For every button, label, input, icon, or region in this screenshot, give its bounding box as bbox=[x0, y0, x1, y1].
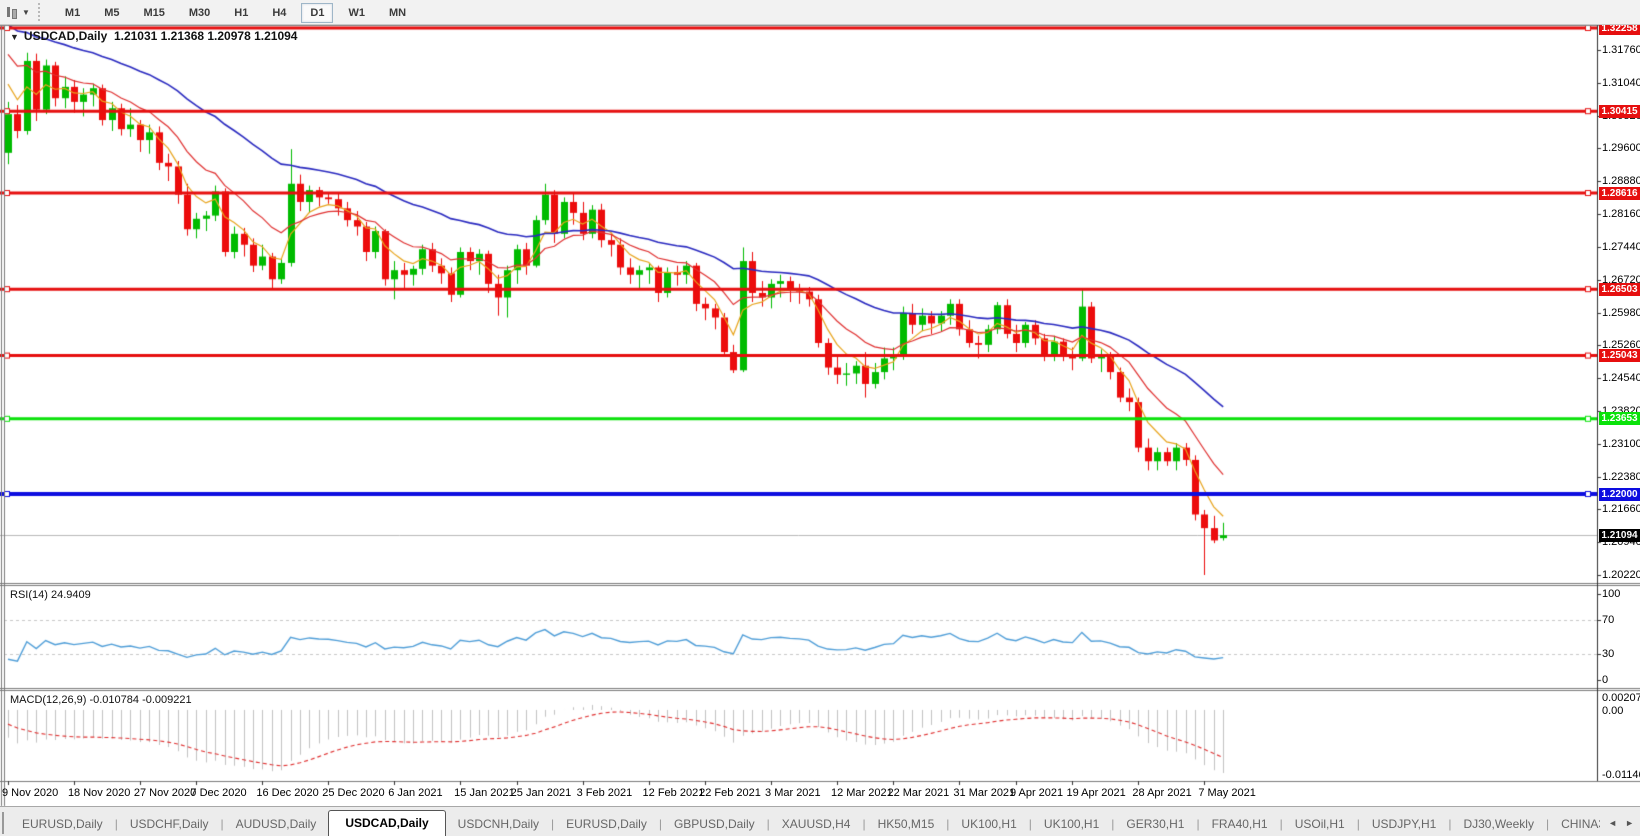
hline-price-label[interactable]: 1.23653 bbox=[1599, 412, 1640, 426]
timeframe-button-h1[interactable]: H1 bbox=[225, 3, 257, 23]
date-axis-tick: 28 Apr 2021 bbox=[1132, 787, 1192, 799]
ohlc-readout: 1.21031 1.21368 1.20978 1.21094 bbox=[113, 29, 298, 43]
tab-usdcad-daily[interactable]: USDCAD,Daily bbox=[328, 810, 446, 836]
candlestick-chart-icon[interactable] bbox=[4, 4, 22, 20]
tab-gbpusd-daily[interactable]: GBPUSD,Daily bbox=[662, 813, 767, 836]
price-axis-tick: 1.29600 bbox=[1602, 142, 1640, 155]
symbol-dropdown-icon[interactable]: ▼ bbox=[10, 32, 19, 42]
timeframe-button-m30[interactable]: M30 bbox=[180, 3, 219, 23]
hline-price-label[interactable]: 1.26503 bbox=[1599, 282, 1640, 296]
price-chart-canvas[interactable] bbox=[0, 0, 1640, 836]
date-axis-tick: 25 Dec 2020 bbox=[322, 787, 385, 799]
tab-uk100-h1[interactable]: UK100,H1 bbox=[949, 813, 1028, 836]
tab-dj30-weekly[interactable]: DJ30,Weekly bbox=[1451, 813, 1545, 836]
date-axis-tick: 7 Dec 2020 bbox=[190, 787, 247, 799]
chart-tab-bar: EURUSD,Daily | USDCHF,Daily | AUDUSD,Daily US… bbox=[0, 806, 1640, 836]
tabbar-grip[interactable] bbox=[2, 812, 4, 834]
tab-usoil-h1[interactable]: USOil,H1 bbox=[1283, 813, 1357, 836]
date-axis-tick: 9 Apr 2021 bbox=[1009, 787, 1064, 799]
date-axis-tick: 22 Mar 2021 bbox=[887, 787, 950, 799]
date-axis-tick: 27 Nov 2020 bbox=[133, 787, 197, 799]
current-price-label: 1.21094 bbox=[1599, 528, 1640, 542]
tab-audusd-daily[interactable]: AUDUSD,Daily bbox=[224, 813, 329, 836]
rsi-axis-tick: 70 bbox=[1602, 613, 1615, 626]
price-axis-tick: 1.25980 bbox=[1602, 306, 1640, 319]
price-axis-tick: 1.31040 bbox=[1602, 76, 1640, 89]
tab-usdchf-daily[interactable]: USDCHF,Daily bbox=[118, 813, 221, 836]
timeframe-button-m5[interactable]: M5 bbox=[95, 3, 128, 23]
tab-scroll-arrows: ◄ ► bbox=[1600, 813, 1638, 831]
macd-axis-tick: 0.002074 bbox=[1602, 692, 1640, 704]
date-axis-tick: 6 Jan 2021 bbox=[388, 787, 443, 799]
timeframe-button-d1[interactable]: D1 bbox=[301, 3, 334, 23]
date-axis-tick: 31 Mar 2021 bbox=[953, 787, 1016, 799]
date-axis-tick: 16 Dec 2020 bbox=[256, 787, 319, 799]
date-axis-tick: 19 Apr 2021 bbox=[1066, 787, 1126, 799]
price-axis-tick: 1.24540 bbox=[1602, 372, 1640, 385]
symbol-name: USDCAD,Daily bbox=[23, 29, 108, 43]
price-axis-tick: 1.28160 bbox=[1602, 208, 1640, 221]
tab-usdcnh-daily[interactable]: USDCNH,Daily bbox=[446, 813, 551, 836]
tab-hk50-m15[interactable]: HK50,M15 bbox=[866, 813, 947, 836]
date-axis-tick: 3 Mar 2021 bbox=[765, 787, 821, 799]
tab-scroll-left-button[interactable]: ◄ bbox=[1604, 816, 1621, 830]
tab-fra40-h1[interactable]: FRA40,H1 bbox=[1200, 813, 1280, 836]
rsi-axis-tick: 100 bbox=[1602, 588, 1621, 600]
rsi-indicator-label: RSI(14) 24.9409 bbox=[10, 589, 91, 601]
trading-platform-window: ▼ M1 M5 M15 M30 H1 H4 D1 W1 MN ▼ USDCAD,Daily 1.2… bbox=[0, 0, 1640, 836]
price-axis-tick: 1.22380 bbox=[1602, 470, 1640, 483]
hline-price-label[interactable]: 1.28616 bbox=[1599, 186, 1640, 200]
macd-indicator-label: MACD(12,26,9) -0.010784 -0.009221 bbox=[10, 694, 192, 706]
price-axis-tick: 1.31760 bbox=[1602, 44, 1640, 56]
timeframe-button-w1[interactable]: W1 bbox=[339, 3, 374, 23]
timeframe-buttons: M1 M5 M15 M30 H1 H4 D1 W1 MN bbox=[53, 3, 418, 23]
date-axis-tick: 15 Jan 2021 bbox=[454, 787, 515, 799]
tab-ger30-h1[interactable]: GER30,H1 bbox=[1114, 813, 1196, 836]
date-axis-tick: 18 Nov 2020 bbox=[67, 787, 131, 799]
rsi-axis-tick: 0 bbox=[1602, 674, 1609, 686]
date-axis-tick: 12 Feb 2021 bbox=[642, 787, 705, 799]
tab-uk100-h1[interactable]: UK100,H1 bbox=[1032, 813, 1111, 836]
tab-usdjpy-h1[interactable]: USDJPY,H1 bbox=[1360, 813, 1448, 836]
tab-eurusd-daily[interactable]: EURUSD,Daily bbox=[554, 813, 659, 836]
hline-price-label[interactable]: 1.30415 bbox=[1599, 104, 1640, 118]
macd-axis-tick: -0.011462 bbox=[1602, 769, 1640, 781]
date-axis-tick: 22 Feb 2021 bbox=[699, 787, 761, 799]
tab-xauusd-h4[interactable]: XAUUSD,H4 bbox=[770, 813, 863, 836]
rsi-axis-tick: 30 bbox=[1602, 648, 1615, 661]
date-axis-tick: 25 Jan 2021 bbox=[510, 787, 572, 799]
timeframe-toolbar: ▼ M1 M5 M15 M30 H1 H4 D1 W1 MN bbox=[0, 0, 1640, 25]
tab-scroll-right-button[interactable]: ► bbox=[1621, 816, 1638, 830]
timeframe-button-mn[interactable]: MN bbox=[380, 3, 415, 23]
tab-items: EURUSD,Daily | USDCHF,Daily | AUDUSD,Daily US… bbox=[10, 810, 1640, 836]
timeframe-button-m1[interactable]: M1 bbox=[56, 3, 89, 23]
price-axis-tick: 1.28880 bbox=[1602, 175, 1640, 188]
date-axis-tick: 7 May 2021 bbox=[1198, 787, 1256, 799]
tab-eurusd-daily[interactable]: EURUSD,Daily bbox=[10, 813, 115, 836]
price-axis-tick: 1.20220 bbox=[1602, 569, 1640, 581]
price-axis-tick: 1.27440 bbox=[1602, 240, 1640, 253]
toolbar-grip[interactable] bbox=[37, 3, 45, 21]
macd-axis-tick: 0.00 bbox=[1602, 704, 1624, 717]
timeframe-button-h4[interactable]: H4 bbox=[263, 3, 295, 23]
price-axis-tick: 1.21660 bbox=[1602, 503, 1640, 516]
hline-price-label[interactable]: 1.25043 bbox=[1599, 349, 1640, 363]
timeframe-button-m15[interactable]: M15 bbox=[134, 3, 173, 23]
date-axis-tick: 12 Mar 2021 bbox=[830, 787, 893, 799]
date-axis-tick: 9 Nov 2020 bbox=[2, 787, 59, 799]
chart-type-dropdown-icon[interactable]: ▼ bbox=[22, 8, 30, 17]
date-axis-tick: 3 Feb 2021 bbox=[576, 787, 633, 799]
price-axis-tick: 1.23100 bbox=[1602, 437, 1640, 450]
hline-price-label[interactable]: 1.22000 bbox=[1599, 487, 1640, 501]
chart-title: ▼ USDCAD,Daily 1.21031 1.21368 1.20978 1.… bbox=[10, 29, 297, 43]
